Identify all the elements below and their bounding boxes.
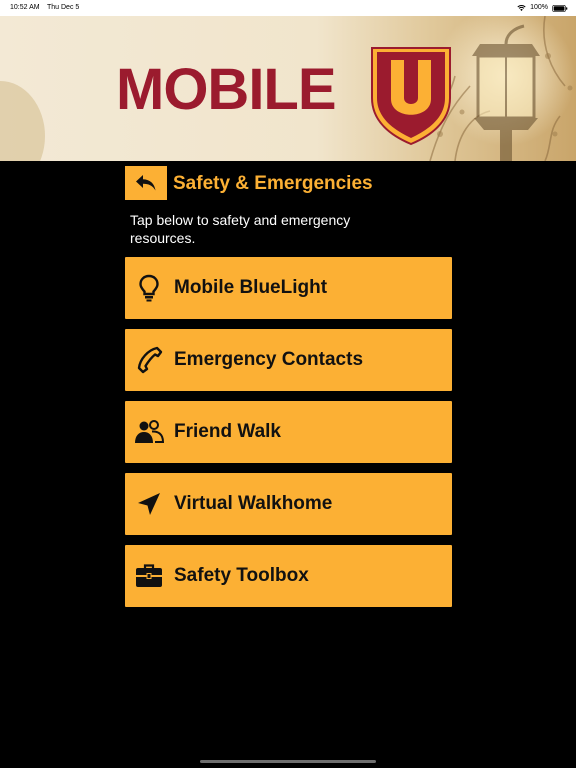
phone-icon — [137, 346, 163, 374]
back-button[interactable] — [125, 166, 167, 200]
battery-icon — [552, 4, 568, 12]
status-time: 10:52 AM — [10, 4, 40, 11]
toolbox-icon — [136, 564, 162, 587]
menu-item-label: Virtual Walkhome — [174, 493, 333, 514]
status-indicators: 100% — [517, 0, 568, 16]
safety-toolbox-button[interactable]: Safety Toolbox — [125, 545, 452, 607]
home-indicator[interactable] — [200, 760, 376, 763]
app-screen: 10:52 AM Thu Dec 5 100% MOBILE Safety & … — [0, 0, 576, 768]
safety-menu: Mobile BlueLight Emergency Contacts Frie… — [125, 257, 452, 617]
wifi-icon — [517, 5, 526, 11]
menu-item-label: Emergency Contacts — [174, 349, 364, 370]
mobile-u-logo-text: MOBILE — [116, 57, 337, 122]
mobile-bluelight-button[interactable]: Mobile BlueLight — [125, 257, 452, 319]
virtual-walkhome-button[interactable]: Virtual Walkhome — [125, 473, 452, 535]
header-banner: MOBILE — [0, 16, 576, 161]
lightbulb-icon — [139, 274, 159, 302]
status-bar: 10:52 AM Thu Dec 5 100% — [0, 0, 576, 16]
battery-percent: 100% — [530, 4, 548, 11]
menu-item-label: Friend Walk — [174, 421, 281, 442]
friend-walk-button[interactable]: Friend Walk — [125, 401, 452, 463]
page-title: Safety & Emergencies — [173, 173, 373, 194]
status-date: Thu Dec 5 — [47, 4, 80, 11]
back-arrow-icon — [136, 175, 156, 191]
shield-logo-icon — [371, 47, 451, 146]
menu-item-label: Mobile BlueLight — [174, 277, 328, 298]
page-description: Tap below to safety and emergency resour… — [130, 212, 351, 246]
menu-item-label: Safety Toolbox — [174, 565, 309, 586]
people-icon — [135, 420, 164, 443]
emergency-contacts-button[interactable]: Emergency Contacts — [125, 329, 452, 391]
navigation-arrow-icon — [138, 493, 160, 515]
